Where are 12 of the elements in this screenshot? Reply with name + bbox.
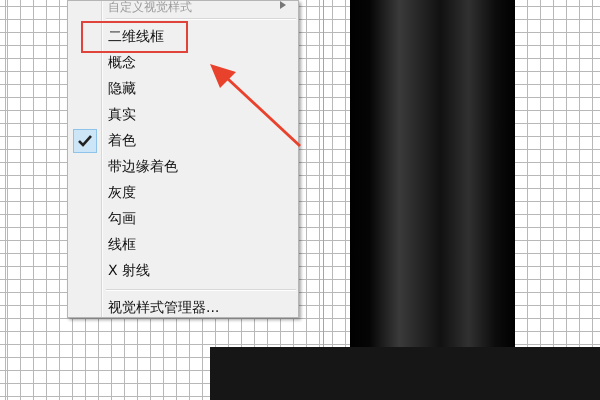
menu-item[interactable]: 视觉样式管理器... <box>68 295 298 321</box>
menu-item[interactable]: 真实 <box>68 102 298 128</box>
menu-item[interactable]: 勾画 <box>68 206 298 232</box>
menu-item[interactable]: 隐藏 <box>68 76 298 102</box>
menu-item[interactable]: 线框 <box>68 232 298 258</box>
menu-item[interactable]: 概念 <box>68 50 298 76</box>
arrow-annotation-icon <box>210 64 301 147</box>
menu-item[interactable]: 着色 <box>68 128 298 154</box>
menu-item[interactable]: 带边缘着色 <box>68 154 298 180</box>
menu-item[interactable]: X 射线 <box>68 258 298 284</box>
menu-item[interactable]: 灰度 <box>68 180 298 206</box>
menu-item[interactable]: 二维线框 <box>68 24 298 50</box>
